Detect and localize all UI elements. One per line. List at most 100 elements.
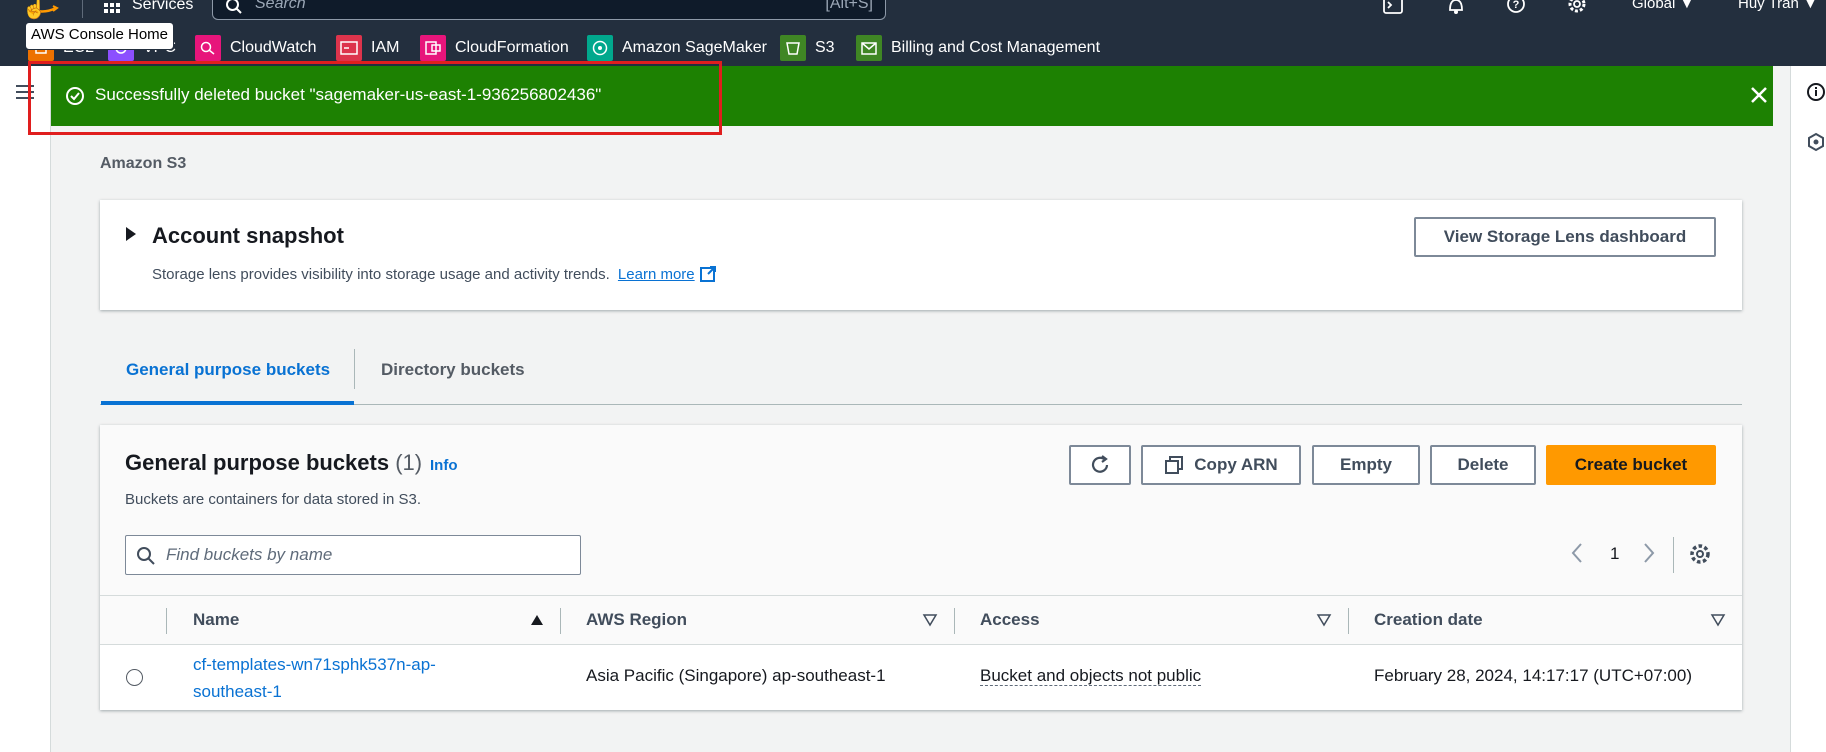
search-placeholder: Search bbox=[255, 0, 306, 12]
table-row: cf-templates-wn71sphk537n-ap-southeast-1… bbox=[100, 645, 1742, 710]
bucket-creation-date: February 28, 2024, 14:17:17 (UTC+07:00) bbox=[1374, 666, 1692, 685]
expand-caret-icon[interactable] bbox=[126, 227, 136, 241]
active-tab-indicator bbox=[101, 401, 354, 405]
find-buckets-search-input[interactable]: Find buckets by name bbox=[125, 535, 581, 575]
buckets-description: Buckets are containers for data stored i… bbox=[125, 491, 421, 508]
access-status-text[interactable]: Bucket and objects not public bbox=[980, 666, 1202, 686]
delete-button[interactable]: Delete bbox=[1430, 445, 1536, 485]
favorite-label: CloudFormation bbox=[455, 39, 569, 56]
find-buckets-placeholder: Find buckets by name bbox=[166, 545, 333, 564]
favorite-label: Billing and Cost Management bbox=[891, 39, 1101, 56]
info-panel-icon[interactable] bbox=[1806, 82, 1826, 102]
external-link-icon bbox=[699, 266, 716, 282]
console-home-tooltip: AWS Console Home bbox=[25, 22, 174, 50]
sort-toggle-icon[interactable] bbox=[1316, 613, 1332, 627]
empty-button[interactable]: Empty bbox=[1312, 445, 1420, 485]
column-header-name[interactable]: Name bbox=[193, 610, 239, 630]
settings-gear-icon[interactable] bbox=[1566, 0, 1588, 16]
chevron-left-icon[interactable] bbox=[1570, 542, 1584, 564]
storage-lens-text: Storage lens provides visibility into st… bbox=[152, 266, 610, 283]
help-icon[interactable]: ? bbox=[1505, 0, 1527, 16]
account-snapshot-panel: Account snapshot Storage lens provides v… bbox=[100, 200, 1742, 310]
chevron-right-icon[interactable] bbox=[1642, 542, 1656, 564]
svg-text:?: ? bbox=[1513, 0, 1520, 11]
learn-more-link[interactable]: Learn more bbox=[618, 266, 695, 283]
account-snapshot-description: Storage lens provides visibility into st… bbox=[152, 265, 717, 283]
favorite-iam[interactable]: IAM bbox=[336, 35, 399, 61]
search-icon bbox=[226, 0, 242, 14]
row-select-radio[interactable] bbox=[126, 669, 143, 686]
search-shortcut: [Alt+S] bbox=[825, 0, 873, 12]
s3-bucket-icon bbox=[780, 35, 806, 61]
annotation-highlight-box bbox=[28, 61, 722, 135]
billing-icon bbox=[856, 35, 882, 61]
tools-rail bbox=[1790, 66, 1826, 752]
bucket-region: Asia Pacific (Singapore) ap-southeast-1 bbox=[586, 666, 886, 685]
sort-toggle-icon[interactable] bbox=[922, 613, 938, 627]
hand-cursor-icon: ☝ bbox=[22, 0, 47, 20]
favorite-s3[interactable]: S3 bbox=[780, 35, 835, 61]
region-selector[interactable]: Global ▼ bbox=[1632, 0, 1694, 12]
bucket-name-link[interactable]: cf-templates-wn71sphk537n-ap-southeast-1 bbox=[193, 651, 493, 705]
sort-toggle-icon[interactable] bbox=[1710, 613, 1726, 627]
sagemaker-icon bbox=[587, 35, 613, 61]
services-menu-button[interactable]: Services bbox=[104, 0, 193, 14]
favorite-label: Amazon SageMaker bbox=[622, 39, 767, 56]
top-navigation: ☝ Services Search [Alt+S] ? Global ▼ Huy… bbox=[0, 0, 1826, 66]
favorite-label: IAM bbox=[371, 39, 400, 56]
bucket-type-tabs: General purpose buckets Directory bucket… bbox=[100, 345, 1742, 405]
cloudformation-icon bbox=[420, 35, 446, 61]
cloudshell-icon[interactable] bbox=[1382, 0, 1404, 16]
global-search-input[interactable]: Search [Alt+S] bbox=[212, 0, 886, 20]
column-header-access[interactable]: Access bbox=[980, 610, 1040, 630]
bucket-access: Bucket and objects not public bbox=[980, 666, 1202, 686]
column-divider bbox=[954, 608, 955, 634]
search-icon bbox=[137, 547, 155, 565]
column-divider bbox=[166, 608, 167, 634]
buckets-count: (1) bbox=[395, 450, 423, 475]
account-snapshot-title[interactable]: Account snapshot bbox=[152, 223, 344, 249]
pager-divider bbox=[1673, 537, 1674, 573]
breadcrumb[interactable]: Amazon S3 bbox=[100, 155, 186, 173]
tab-directory-buckets[interactable]: Directory buckets bbox=[381, 360, 525, 380]
cloudshell-panel-icon[interactable] bbox=[1806, 132, 1826, 152]
sort-ascending-icon[interactable] bbox=[529, 613, 545, 627]
refresh-icon bbox=[1091, 455, 1109, 473]
user-name: Huy Tran bbox=[1738, 0, 1799, 12]
column-divider bbox=[560, 608, 561, 634]
notifications-bell-icon[interactable] bbox=[1445, 0, 1467, 16]
favorite-label: S3 bbox=[815, 39, 835, 56]
current-page-number[interactable]: 1 bbox=[1610, 544, 1619, 564]
general-purpose-buckets-panel: General purpose buckets (1) Info Buckets… bbox=[100, 425, 1742, 710]
table-preferences-gear-icon[interactable] bbox=[1689, 543, 1711, 565]
copy-arn-button[interactable]: Copy ARN bbox=[1141, 445, 1301, 485]
create-bucket-button[interactable]: Create bucket bbox=[1546, 445, 1716, 485]
column-divider bbox=[1348, 608, 1349, 634]
tab-general-purpose-buckets[interactable]: General purpose buckets bbox=[126, 360, 330, 380]
account-menu[interactable]: Huy Tran ▼ bbox=[1738, 0, 1818, 12]
view-storage-lens-button[interactable]: View Storage Lens dashboard bbox=[1414, 217, 1716, 257]
close-icon[interactable] bbox=[1747, 83, 1771, 107]
region-label: Global bbox=[1632, 0, 1676, 12]
buckets-heading: General purpose buckets (1) bbox=[125, 450, 422, 476]
column-header-region[interactable]: AWS Region bbox=[586, 610, 687, 630]
column-header-creation-date[interactable]: Creation date bbox=[1374, 610, 1483, 630]
grid-icon bbox=[104, 0, 122, 14]
services-label: Services bbox=[132, 0, 194, 13]
nav-divider bbox=[82, 0, 83, 18]
favorite-sagemaker[interactable]: Amazon SageMaker bbox=[587, 35, 767, 61]
copy-icon bbox=[1165, 456, 1184, 474]
tab-divider bbox=[354, 349, 355, 389]
buckets-table-header: Name AWS Region Access Creation date bbox=[100, 595, 1742, 645]
side-navigation-collapsed bbox=[0, 66, 51, 752]
copy-arn-label: Copy ARN bbox=[1194, 455, 1278, 474]
iam-icon bbox=[336, 35, 362, 61]
cloudwatch-icon bbox=[195, 35, 221, 61]
favorite-label: CloudWatch bbox=[230, 39, 317, 56]
favorite-cloudwatch[interactable]: CloudWatch bbox=[195, 35, 317, 61]
refresh-button[interactable] bbox=[1069, 445, 1131, 485]
info-link[interactable]: Info bbox=[430, 457, 458, 474]
favorite-cloudformation[interactable]: CloudFormation bbox=[420, 35, 569, 61]
buckets-title: General purpose buckets bbox=[125, 450, 390, 475]
favorite-billing[interactable]: Billing and Cost Management bbox=[856, 35, 1100, 61]
